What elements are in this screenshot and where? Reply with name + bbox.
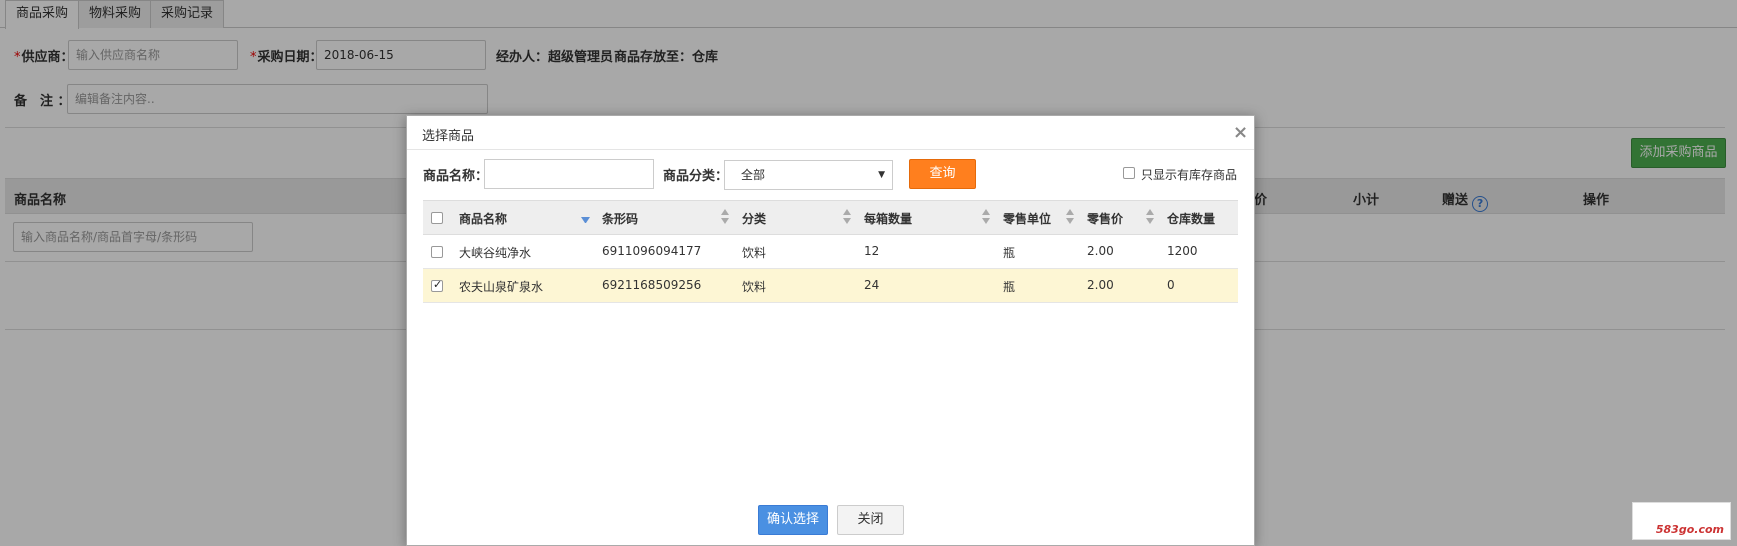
sort-icon[interactable] — [843, 209, 852, 225]
cell-per-box: 12 — [864, 244, 880, 258]
select-goods-dialog: 选择商品 × 商品名称： 商品分类： 全部 ▼ 查询 只显示有库存商品 商品名称… — [406, 115, 1255, 546]
dialog-header: 选择商品 × — [407, 116, 1254, 150]
table-row[interactable]: 农夫山泉矿泉水 6921168509256 饮料 24 瓶 2.00 0 — [423, 269, 1238, 303]
cell-barcode: 6921168509256 — [602, 278, 702, 292]
stock-only-label: 只显示有库存商品 — [1141, 168, 1238, 182]
chevron-down-icon: ▼ — [878, 170, 885, 180]
cell-price: 2.00 — [1087, 278, 1114, 292]
confirm-selection-button[interactable]: 确认选择 — [758, 505, 828, 535]
grid-col-name[interactable]: 商品名称 — [459, 210, 507, 227]
sort-icon[interactable] — [721, 209, 730, 225]
grid-col-retail-unit[interactable]: 零售单位 — [1003, 210, 1051, 227]
cell-stock: 1200 — [1167, 244, 1198, 258]
grid-header: 商品名称 条形码 分类 每箱数量 零售单位 零售价 仓库数量 — [423, 200, 1238, 235]
filter-category-label: 商品分类： — [663, 169, 729, 184]
cell-unit: 瓶 — [1003, 246, 1016, 260]
close-button[interactable]: 关闭 — [837, 505, 904, 535]
cell-name: 大峡谷纯净水 — [459, 246, 532, 260]
grid-col-barcode[interactable]: 条形码 — [602, 210, 638, 227]
watermark-logo: 583go.com — [1632, 502, 1731, 540]
grid-col-category[interactable]: 分类 — [742, 210, 766, 227]
cell-unit: 瓶 — [1003, 280, 1016, 294]
row-checkbox[interactable] — [431, 278, 443, 292]
category-select[interactable]: 全部 ▼ — [724, 160, 893, 190]
row-checkbox[interactable] — [431, 246, 443, 258]
stock-only-checkbox[interactable] — [1123, 167, 1135, 179]
cell-category: 饮料 — [742, 246, 767, 260]
select-all-checkbox[interactable] — [431, 212, 443, 224]
cell-stock: 0 — [1167, 278, 1175, 292]
cell-category: 饮料 — [742, 280, 767, 294]
table-row[interactable]: 大峡谷纯净水 6911096094177 饮料 12 瓶 2.00 1200 — [423, 235, 1238, 269]
sort-icon[interactable] — [1146, 209, 1155, 225]
cell-price: 2.00 — [1087, 244, 1114, 258]
grid-col-per-box[interactable]: 每箱数量 — [864, 210, 912, 227]
cell-barcode: 6911096094177 — [602, 244, 702, 258]
dialog-title: 选择商品 — [422, 129, 475, 144]
grid-col-retail-price[interactable]: 零售价 — [1087, 210, 1123, 227]
sort-icon[interactable] — [1066, 209, 1075, 225]
grid-col-stock[interactable]: 仓库数量 — [1167, 210, 1215, 227]
cell-name: 农夫山泉矿泉水 — [459, 280, 544, 294]
sort-icon[interactable] — [982, 209, 991, 225]
filter-name-label: 商品名称： — [423, 169, 489, 184]
cell-per-box: 24 — [864, 278, 880, 292]
close-icon[interactable]: × — [1233, 122, 1248, 143]
query-button[interactable]: 查询 — [909, 159, 976, 189]
filter-name-input[interactable] — [484, 159, 654, 189]
sort-desc-icon[interactable] — [581, 217, 590, 224]
